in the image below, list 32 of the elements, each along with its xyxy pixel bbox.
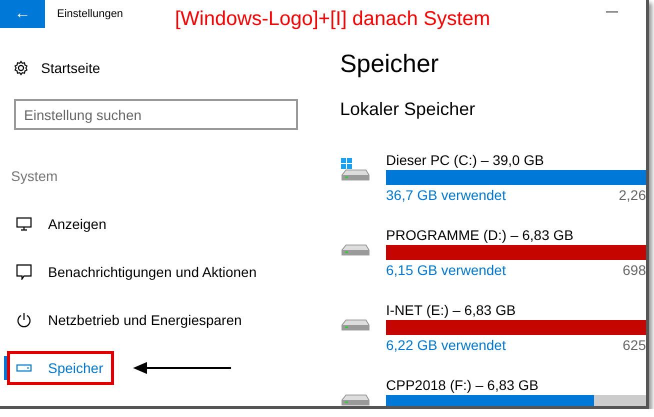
section-heading: System <box>11 168 59 184</box>
free-space-text: 2,26 <box>618 187 646 203</box>
drive-icon <box>340 244 370 256</box>
drive-name: I-NET (E:) – 6,83 GB <box>386 302 517 318</box>
free-space-text: 625 <box>622 337 646 353</box>
window-title: Einstellungen <box>57 8 124 20</box>
page-title: Speicher <box>340 50 440 79</box>
sidebar-item[interactable]: Netzbetrieb und Energiesparen <box>7 303 253 337</box>
drive-name: CPP2018 (F:) – 6,83 GB <box>386 377 540 393</box>
search-field[interactable]: Einstellung suchen <box>14 99 298 130</box>
home-link[interactable]: Startseite <box>41 60 100 76</box>
monitor-icon <box>16 217 32 231</box>
drive-name: Dieser PC (C:) – 39,0 GB <box>386 152 545 168</box>
drive-name: PROGRAMME (D:) – 6,83 GB <box>386 227 574 243</box>
used-space-link[interactable]: 6,22 GB verwendet <box>386 337 506 353</box>
back-button[interactable]: ← <box>0 0 45 28</box>
annotation-text: [Windows-Logo]+[I] danach System <box>175 8 490 31</box>
settings-icon <box>13 60 29 76</box>
minimize-button[interactable]: — <box>604 2 620 20</box>
drive-icon <box>340 394 370 406</box>
sidebar-item[interactable]: Speicher <box>7 351 114 385</box>
drive-icon <box>16 364 32 372</box>
drive-icon <box>340 319 370 331</box>
sidebar-item[interactable]: Anzeigen <box>7 207 118 241</box>
sidebar-item[interactable]: Benachrichtigungen und Aktionen <box>7 255 268 289</box>
free-space-text: 698 <box>622 262 646 278</box>
power-icon <box>16 312 32 328</box>
message-icon <box>16 264 32 280</box>
used-space-link[interactable]: 36,7 GB verwendet <box>386 187 506 203</box>
system-drive-icon <box>340 158 370 181</box>
used-space-link[interactable]: 6,15 GB verwendet <box>386 262 506 278</box>
section-title: Lokaler Speicher <box>340 99 476 120</box>
